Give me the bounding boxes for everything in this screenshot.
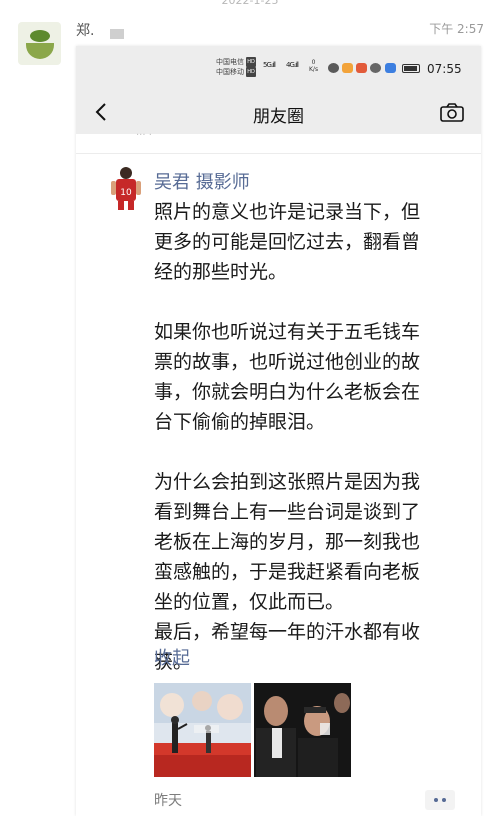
svg-text:10: 10 xyxy=(120,188,132,198)
post-paragraph: 如果你也听说过有关于五毛钱车 票的故事，也听说过他创业的故 事，你就会明白为什么… xyxy=(154,321,421,433)
network-speed: 0 K/s xyxy=(309,59,319,73)
app-notification-icon xyxy=(342,63,353,73)
post-paragraph: 为什么会拍到这张照片是因为我 看到舞台上有一些台词是谈到了 老板在上海的岁月，那… xyxy=(154,471,421,673)
post-paragraph: 照片的意义也许是记录当下，但 更多的可能是回忆过去，翻看曾 经的那些时光。 xyxy=(154,201,421,283)
wechat-icon xyxy=(328,63,339,73)
battery-icon xyxy=(402,64,420,73)
collapse-link[interactable]: 收起 xyxy=(154,644,190,670)
sender-avatar[interactable] xyxy=(18,22,61,65)
app-notification-icon-2 xyxy=(356,63,367,73)
signal-4g-icon: 4G.ıll xyxy=(286,61,299,69)
shared-screenshot[interactable]: 中国电信 HD 中国移动 HD 5G.ıll 4G.ıll 0 K/s 07:5… xyxy=(76,46,481,816)
message-time: 下午 2:57 xyxy=(429,22,484,36)
post-photo-audience[interactable] xyxy=(254,683,351,777)
post-time: 昨天 xyxy=(154,793,182,809)
status-bar: 中国电信 HD 中国移动 HD 5G.ıll 4G.ıll 0 K/s 07:5… xyxy=(76,46,481,90)
camera-icon[interactable] xyxy=(439,102,465,122)
carrier-info: 中国电信 HD 中国移动 HD xyxy=(216,57,256,77)
author-avatar[interactable]: 10 xyxy=(108,164,144,210)
post-text: 照片的意义也许是记录当下，但 更多的可能是回忆过去，翻看曾 经的那些时光。 如果… xyxy=(154,197,454,677)
previous-post-fragment: ··· · xyxy=(136,130,152,138)
status-clock: 07:55 xyxy=(427,62,462,76)
divider xyxy=(76,153,481,154)
page-title: 朋友圈 xyxy=(253,107,304,127)
date-stamp: 2022-1-25 xyxy=(221,0,279,7)
post-photo-stage[interactable] xyxy=(154,683,251,777)
more-dots-icon[interactable] xyxy=(425,790,455,810)
cloud-icon xyxy=(385,63,396,73)
carrier-1: 中国电信 xyxy=(216,58,244,66)
signal-5g-icon: 5G.ıll xyxy=(263,61,276,69)
chat-screen: 2022-1-25 郑. 下午 2:57 中国电信 HD 中国移动 HD 5G.… xyxy=(0,0,500,816)
moments-header: 朋友圈 xyxy=(76,90,481,134)
sender-name: 郑. xyxy=(76,23,95,39)
shield-icon xyxy=(370,63,381,73)
carrier-2: 中国移动 xyxy=(216,68,244,76)
post-author[interactable]: 吴君 摄影师 xyxy=(154,168,250,194)
sender-name-redacted xyxy=(110,29,124,39)
